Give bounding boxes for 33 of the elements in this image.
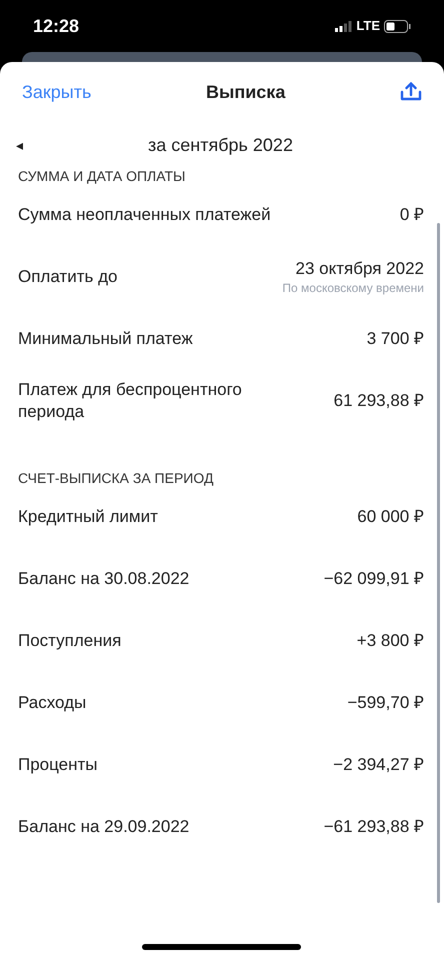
row-value: 3 700 ₽ — [366, 328, 424, 350]
section-header: СЧЕТ-ВЫПИСКА ЗА ПЕРИОД — [18, 470, 214, 486]
row-label: Платеж для беспроцентного периода — [18, 379, 243, 423]
row-value: 61 293,88 ₽ — [334, 390, 424, 412]
row-value: +3 800 ₽ — [356, 630, 424, 652]
row-value: −2 394,27 ₽ — [333, 754, 424, 776]
row-label: Баланс на 30.08.2022 — [18, 568, 190, 590]
row-value: −62 099,91 ₽ — [324, 568, 424, 590]
row-label: Проценты — [18, 754, 98, 776]
signal-icon — [335, 20, 352, 32]
share-icon[interactable] — [400, 82, 422, 102]
row-label: Баланс на 29.09.2022 — [18, 816, 190, 838]
status-time: 12:28 — [33, 14, 80, 38]
row-value: 23 октября 2022 — [296, 258, 424, 280]
scrollbar[interactable] — [437, 223, 440, 903]
row-note: По московскому времени — [282, 280, 424, 296]
page-title: Выписка — [206, 80, 286, 104]
network-label: LTE — [356, 17, 380, 36]
row-value: 0 ₽ — [400, 204, 424, 226]
battery-icon — [384, 20, 411, 32]
close-button[interactable]: Закрыть — [22, 78, 92, 106]
period-label: за сентябрь 2022 — [148, 134, 293, 157]
row-label: Сумма неоплаченных платежей — [18, 204, 271, 226]
row-value: −599,70 ₽ — [347, 692, 424, 714]
row-label: Поступления — [18, 630, 122, 652]
row-label: Оплатить до — [18, 266, 118, 288]
row-label: Расходы — [18, 692, 86, 714]
row-value: 60 000 ₽ — [357, 506, 424, 528]
row-value: −61 293,88 ₽ — [324, 816, 424, 838]
section-header: СУММА И ДАТА ОПЛАТЫ — [18, 168, 186, 184]
previous-period-button[interactable]: ◂ — [16, 134, 23, 156]
row-label: Кредитный лимит — [18, 506, 158, 528]
row-label: Минимальный платеж — [18, 328, 193, 350]
